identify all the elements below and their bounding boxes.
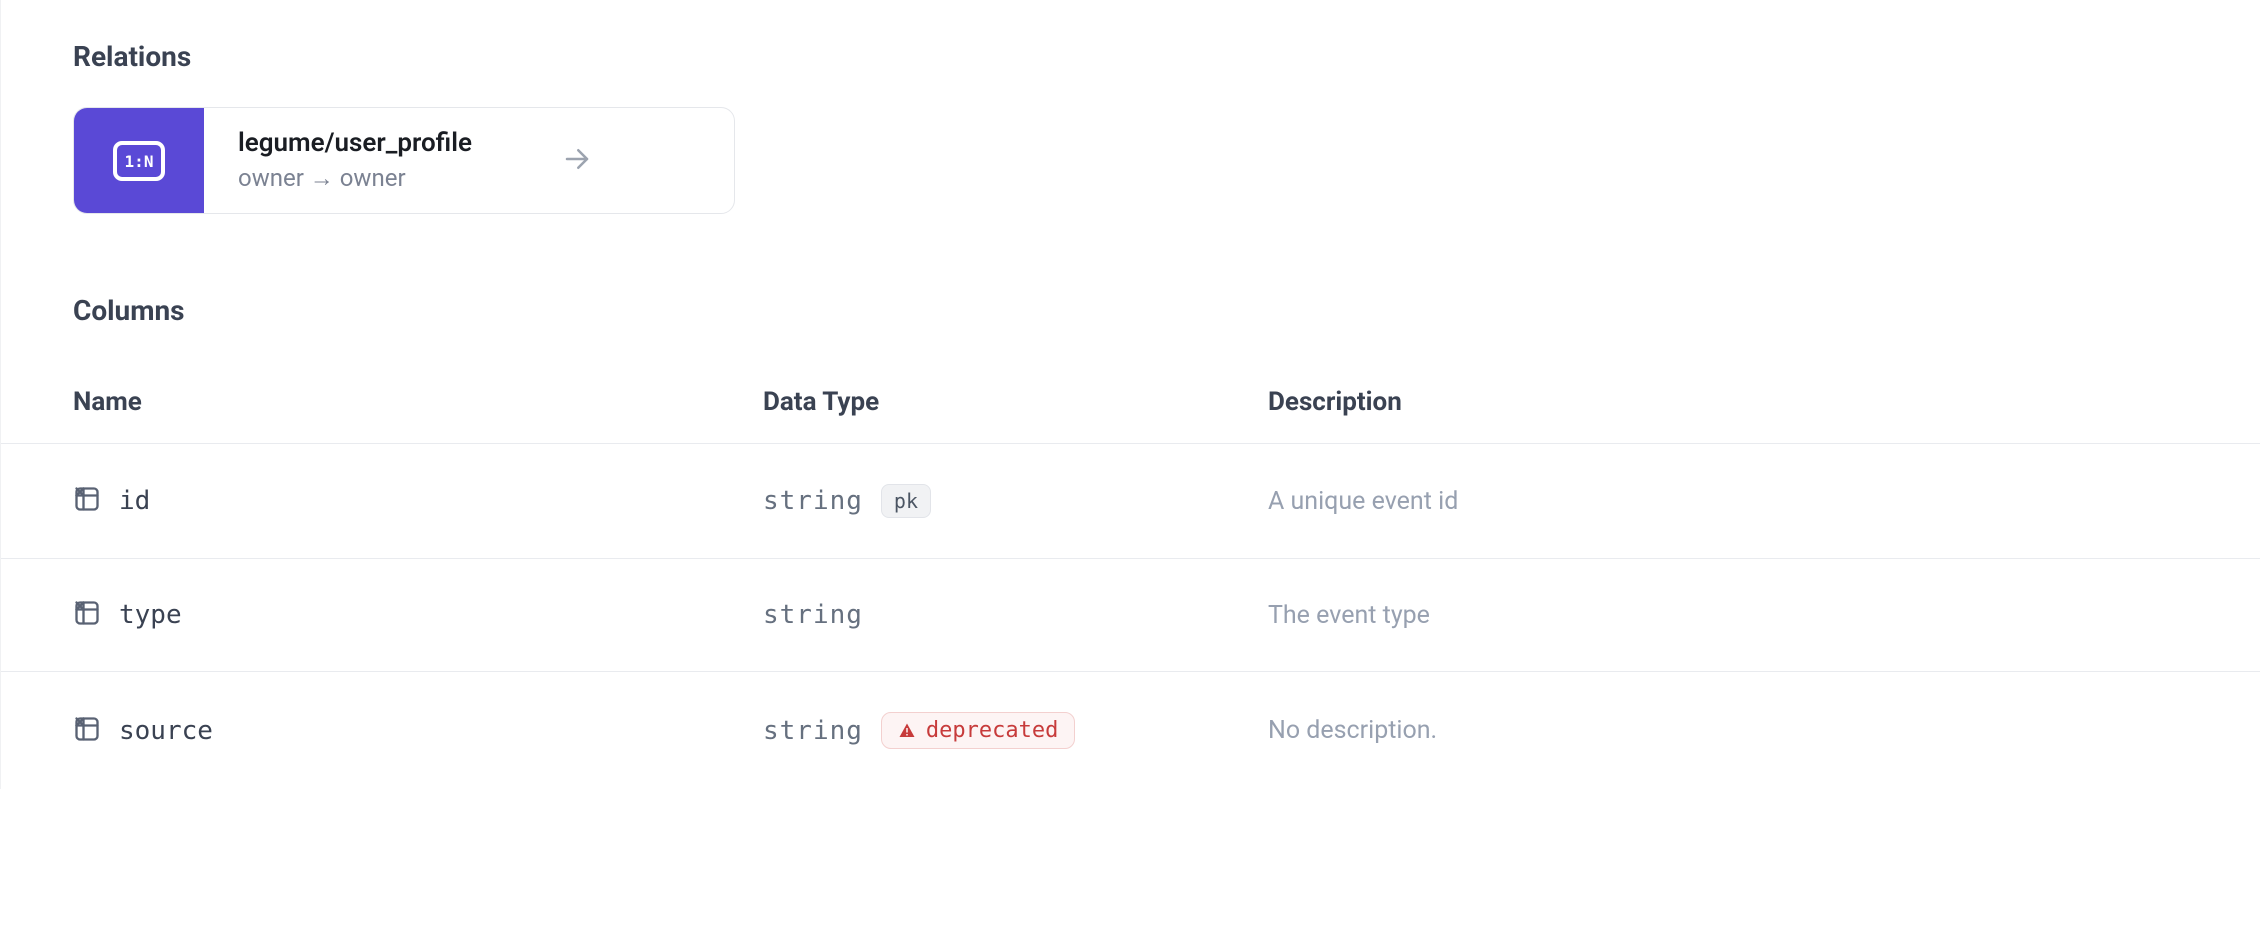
one-to-many-icon: 1:N <box>113 141 165 181</box>
relation-type-icon-box: 1:N <box>74 108 204 213</box>
column-datatype: string <box>763 716 863 746</box>
arrow-right-icon <box>562 144 592 178</box>
columns-heading: Columns <box>73 294 2260 327</box>
columns-table-header: Name Data Type Description <box>73 361 2260 443</box>
svg-text:1:N: 1:N <box>125 152 154 171</box>
column-icon <box>73 715 101 747</box>
column-datatype: string <box>763 486 863 516</box>
deprecated-label: deprecated <box>926 718 1058 743</box>
deprecated-badge: deprecated <box>881 712 1075 749</box>
header-datatype: Data Type <box>763 387 1268 417</box>
column-description: A unique event id <box>1268 487 2260 516</box>
column-icon <box>73 599 101 631</box>
column-icon <box>73 485 101 517</box>
relation-title: legume/user_profile <box>238 128 472 158</box>
column-datatype: string <box>763 600 863 630</box>
header-description: Description <box>1268 387 2260 417</box>
warning-icon <box>898 722 916 740</box>
relation-card[interactable]: 1:N legume/user_profile owner → owner <box>73 107 735 214</box>
column-name: id <box>119 486 150 516</box>
column-description: The event type <box>1268 601 2260 630</box>
table-row[interactable]: id string pk A unique event id <box>1 443 2260 558</box>
column-name: source <box>119 716 213 746</box>
header-name: Name <box>73 387 763 417</box>
pk-badge: pk <box>881 484 931 518</box>
relation-mapping: owner → owner <box>238 164 472 193</box>
relations-heading: Relations <box>73 40 2260 73</box>
column-description: No description. <box>1268 716 2260 745</box>
table-row[interactable]: source string deprecated No description. <box>1 671 2260 789</box>
table-row[interactable]: type string The event type <box>1 558 2260 671</box>
column-name: type <box>119 600 182 630</box>
